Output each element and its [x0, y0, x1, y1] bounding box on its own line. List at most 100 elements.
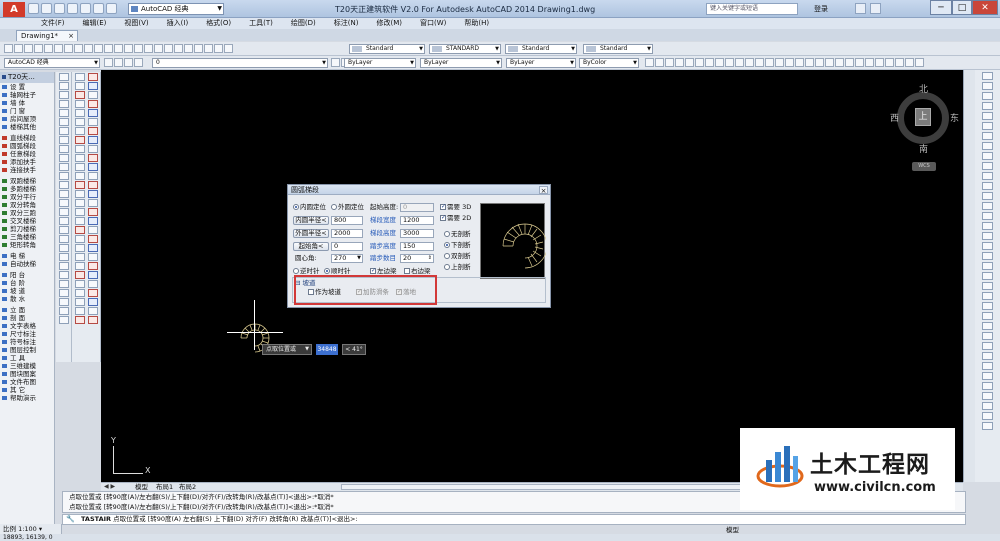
- tool-k-icon[interactable]: [745, 58, 754, 67]
- inner-radius-button[interactable]: 内圆半径<: [293, 216, 329, 225]
- vertical-scrollbar[interactable]: [963, 70, 975, 482]
- lower-break-radio[interactable]: 下剖断: [444, 241, 471, 250]
- inner-radius-input[interactable]: 800: [331, 216, 363, 225]
- navigation-tool-icon[interactable]: [982, 332, 993, 340]
- draw-tool-icon[interactable]: [58, 316, 69, 324]
- dynamic-input-distance[interactable]: 34848: [316, 344, 338, 355]
- t20-menu-item[interactable]: 交叉楼梯: [0, 217, 54, 225]
- step-height-label[interactable]: 踏步高度: [370, 242, 396, 251]
- application-menu-button[interactable]: A: [3, 2, 25, 17]
- navigation-tool-icon[interactable]: [982, 282, 993, 290]
- mleader-style-dropdown[interactable]: Standard ▼: [583, 44, 653, 54]
- save-icon[interactable]: [24, 44, 33, 53]
- close-tab-icon[interactable]: ×: [68, 31, 74, 41]
- paste-icon[interactable]: [84, 44, 93, 53]
- t20-menu-item[interactable]: 电 梯: [0, 252, 54, 260]
- t20-tool-icon[interactable]: [88, 298, 98, 306]
- outer-radius-input[interactable]: 2000: [331, 229, 363, 238]
- draw-tool-icon[interactable]: [58, 145, 69, 153]
- text-style-dropdown[interactable]: Standard ▼: [349, 44, 425, 54]
- search-input[interactable]: 键入关键字或短语: [706, 3, 798, 15]
- layer-dropdown[interactable]: 0 ▼: [152, 58, 328, 68]
- dim-style-dropdown[interactable]: STANDARD ▼: [429, 44, 501, 54]
- new-file-icon[interactable]: [28, 3, 39, 14]
- tool-u-icon[interactable]: [845, 58, 854, 67]
- t20-menu-item[interactable]: 台 阶: [0, 279, 54, 287]
- wcs-menu[interactable]: WCS: [912, 162, 936, 171]
- navigation-tool-icon[interactable]: [982, 402, 993, 410]
- new-icon[interactable]: [4, 44, 13, 53]
- model-space-toggle[interactable]: 模型: [726, 526, 739, 534]
- modify-tool-icon[interactable]: [74, 118, 85, 126]
- tool-r-icon[interactable]: [815, 58, 824, 67]
- navigation-tool-icon[interactable]: [982, 82, 993, 90]
- tool-aa-icon[interactable]: [905, 58, 914, 67]
- tool-ab-icon[interactable]: [915, 58, 924, 67]
- modify-tool-icon[interactable]: [74, 235, 85, 243]
- t20-tool-icon[interactable]: [88, 73, 98, 81]
- t20-tool-icon[interactable]: [88, 316, 98, 324]
- tool-f-icon[interactable]: [695, 58, 704, 67]
- draw-tool-icon[interactable]: [58, 91, 69, 99]
- modify-tool-icon[interactable]: [74, 208, 85, 216]
- t20-tool-icon[interactable]: [88, 154, 98, 162]
- t20-tool-icon[interactable]: [88, 181, 98, 189]
- t20-menu-item[interactable]: 三角楼梯: [0, 233, 54, 241]
- navigation-tool-icon[interactable]: [982, 202, 993, 210]
- t20-menu-item[interactable]: 剪刀楼梯: [0, 225, 54, 233]
- properties-icon[interactable]: [164, 44, 173, 53]
- tool-c-icon[interactable]: [665, 58, 674, 67]
- t20-tool-icon[interactable]: [88, 235, 98, 243]
- linetype-dropdown[interactable]: ByLayer ▼: [420, 58, 502, 68]
- inner-locate-radio[interactable]: 内圆定位: [293, 203, 326, 212]
- open-file-icon[interactable]: [41, 3, 52, 14]
- layer-state-icon[interactable]: [114, 58, 123, 67]
- modify-tool-icon[interactable]: [74, 289, 85, 297]
- modify-tool-icon[interactable]: [74, 199, 85, 207]
- tool-d-icon[interactable]: [675, 58, 684, 67]
- draw-tool-icon[interactable]: [58, 100, 69, 108]
- t20-tool-icon[interactable]: [88, 145, 98, 153]
- exchange-icon[interactable]: [855, 3, 866, 14]
- t20-tool-icon[interactable]: [88, 226, 98, 234]
- step-count-label[interactable]: 踏步数目: [370, 254, 396, 263]
- flight-height-label[interactable]: 梯段高度: [370, 229, 396, 238]
- t20-tool-icon[interactable]: [88, 307, 98, 315]
- navigation-tool-icon[interactable]: [982, 232, 993, 240]
- double-break-radio[interactable]: 双剖断: [444, 252, 471, 261]
- command-input[interactable]: 🔧 TASTAIR 点取位置或 [转90度(A) 左右翻(S) 上下翻(D) 对…: [62, 514, 966, 525]
- navigation-tool-icon[interactable]: [982, 222, 993, 230]
- t20-tool-icon[interactable]: [88, 289, 98, 297]
- tool-palette-icon[interactable]: [184, 44, 193, 53]
- match-icon[interactable]: [94, 44, 103, 53]
- draw-tool-icon[interactable]: [58, 280, 69, 288]
- compass-south[interactable]: 南: [919, 142, 928, 155]
- no-break-radio[interactable]: 无剖断: [444, 230, 471, 239]
- sign-in-link[interactable]: 登录: [814, 4, 828, 14]
- t20-menu-item[interactable]: 图层控制: [0, 346, 54, 354]
- tool-l-icon[interactable]: [755, 58, 764, 67]
- t20-tool-icon[interactable]: [88, 163, 98, 171]
- pan-icon[interactable]: [124, 44, 133, 53]
- modify-tool-icon[interactable]: [74, 127, 85, 135]
- draw-tool-icon[interactable]: [58, 181, 69, 189]
- menu-file[interactable]: 文件(F): [32, 18, 74, 29]
- t20-tool-icon[interactable]: [88, 199, 98, 207]
- modify-tool-icon[interactable]: [74, 280, 85, 288]
- navigation-tool-icon[interactable]: [982, 182, 993, 190]
- wrench-icon[interactable]: 🔧: [66, 516, 75, 523]
- undo-icon[interactable]: [93, 3, 104, 14]
- t20-menu-item[interactable]: 门 窗: [0, 107, 54, 115]
- menu-edit[interactable]: 编辑(E): [74, 18, 116, 29]
- tool-h-icon[interactable]: [715, 58, 724, 67]
- navigation-tool-icon[interactable]: [982, 212, 993, 220]
- minimize-button[interactable]: ─: [930, 0, 952, 15]
- menu-draw[interactable]: 绘图(D): [282, 18, 325, 29]
- tab-layout1[interactable]: 布局1: [156, 483, 173, 491]
- navigation-tool-icon[interactable]: [982, 162, 993, 170]
- navigation-tool-icon[interactable]: [982, 272, 993, 280]
- navigation-tool-icon[interactable]: [982, 132, 993, 140]
- navigation-tool-icon[interactable]: [982, 142, 993, 150]
- modify-tool-icon[interactable]: [74, 307, 85, 315]
- t20-menu-item[interactable]: 文件布图: [0, 378, 54, 386]
